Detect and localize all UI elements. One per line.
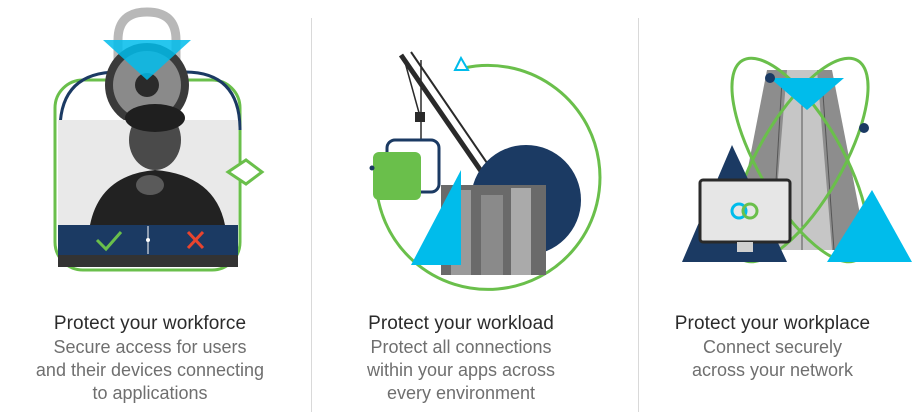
card-title: Protect your workload (368, 313, 554, 334)
monitor-icon (698, 178, 792, 252)
card-description-line: Connect securely (702, 337, 843, 357)
card-description-line: across your network (691, 360, 854, 380)
person-photo (58, 104, 238, 225)
workplace-illustration (682, 56, 912, 264)
card-workforce[interactable]: Protect your workforce Secure access for… (0, 0, 300, 412)
workforce-illustration (53, 7, 265, 272)
card-title: Protect your workplace (674, 313, 871, 334)
card-workplace[interactable]: Protect your workplace Connect securely … (622, 0, 923, 412)
card-description-line: every environment (386, 383, 536, 403)
card-description-line: to applications (92, 383, 208, 403)
card-description-line: Protect all connections (370, 337, 552, 357)
card-description-line: within your apps across (366, 360, 556, 380)
card-description-line: and their devices connecting (35, 360, 265, 380)
card-description-line: Secure access for users (53, 337, 247, 357)
card-workload[interactable]: Protect your workload Protect all connec… (311, 0, 611, 412)
workload-illustration (369, 51, 602, 291)
card-title: Protect your workforce (53, 313, 247, 334)
card-caption: Protect your workload Protect all connec… (311, 312, 611, 405)
card-caption: Protect your workforce Secure access for… (0, 312, 300, 405)
card-caption: Protect your workplace Connect securely … (622, 312, 923, 382)
